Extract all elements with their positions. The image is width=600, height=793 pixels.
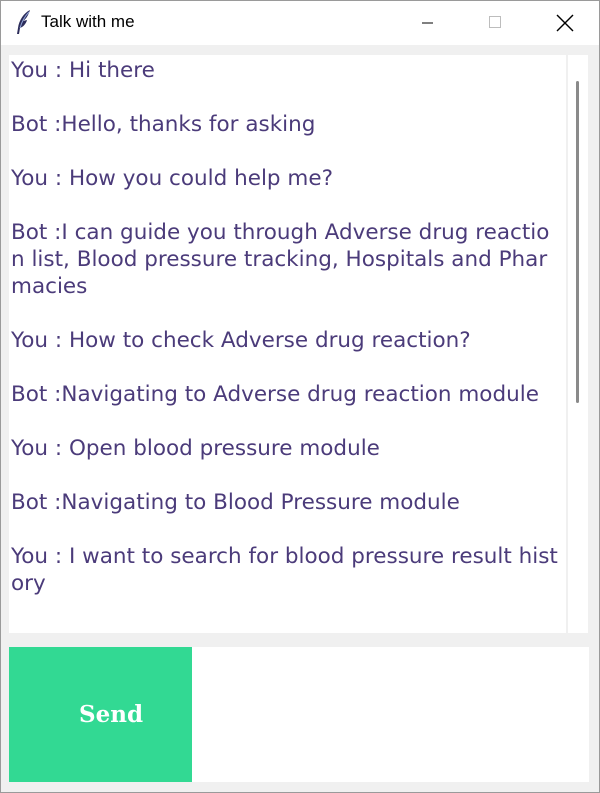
minimize-button[interactable] — [393, 1, 461, 45]
user-message: You : Hi there — [11, 58, 155, 83]
chat-log[interactable]: You : Hi there Bot :Hello, thanks for ask… — [9, 55, 566, 633]
user-message: You : I want to search for blood pressur… — [11, 544, 558, 596]
send-button[interactable]: Send — [9, 647, 192, 782]
message-gap — [11, 84, 561, 111]
message-gap — [11, 516, 561, 543]
maximize-icon — [489, 16, 501, 28]
feather-icon — [15, 9, 33, 35]
message-gap — [11, 354, 561, 381]
close-icon — [556, 14, 574, 32]
bot-message: Bot :Navigating to Blood Pressure module — [11, 490, 460, 515]
user-message: You : How to check Adverse drug reaction… — [11, 328, 471, 353]
title-bar[interactable]: Talk with me — [1, 1, 599, 45]
chat-window: Talk with me You : Hi there Bot :Hello, t… — [0, 0, 600, 793]
chat-messages: You : Hi there Bot :Hello, thanks for ask… — [11, 57, 561, 597]
user-message: You : Open blood pressure module — [11, 436, 380, 461]
message-gap — [11, 138, 561, 165]
user-message: You : How you could help me? — [11, 166, 333, 191]
message-gap — [11, 462, 561, 489]
bot-message: Bot :Navigating to Adverse drug reaction… — [11, 382, 539, 407]
scrollbar-thumb[interactable] — [576, 81, 579, 403]
maximize-button[interactable] — [461, 1, 529, 45]
message-gap — [11, 192, 561, 219]
bot-message: Bot :Hello, thanks for asking — [11, 112, 316, 137]
message-input[interactable] — [192, 647, 589, 782]
minimize-icon — [422, 22, 433, 24]
close-button[interactable] — [529, 1, 597, 45]
message-gap — [11, 408, 561, 435]
window-title: Talk with me — [41, 12, 135, 31]
message-gap — [11, 300, 561, 327]
bot-message: Bot :I can guide you through Adverse dru… — [11, 220, 550, 299]
chat-scrollbar[interactable] — [568, 55, 588, 633]
